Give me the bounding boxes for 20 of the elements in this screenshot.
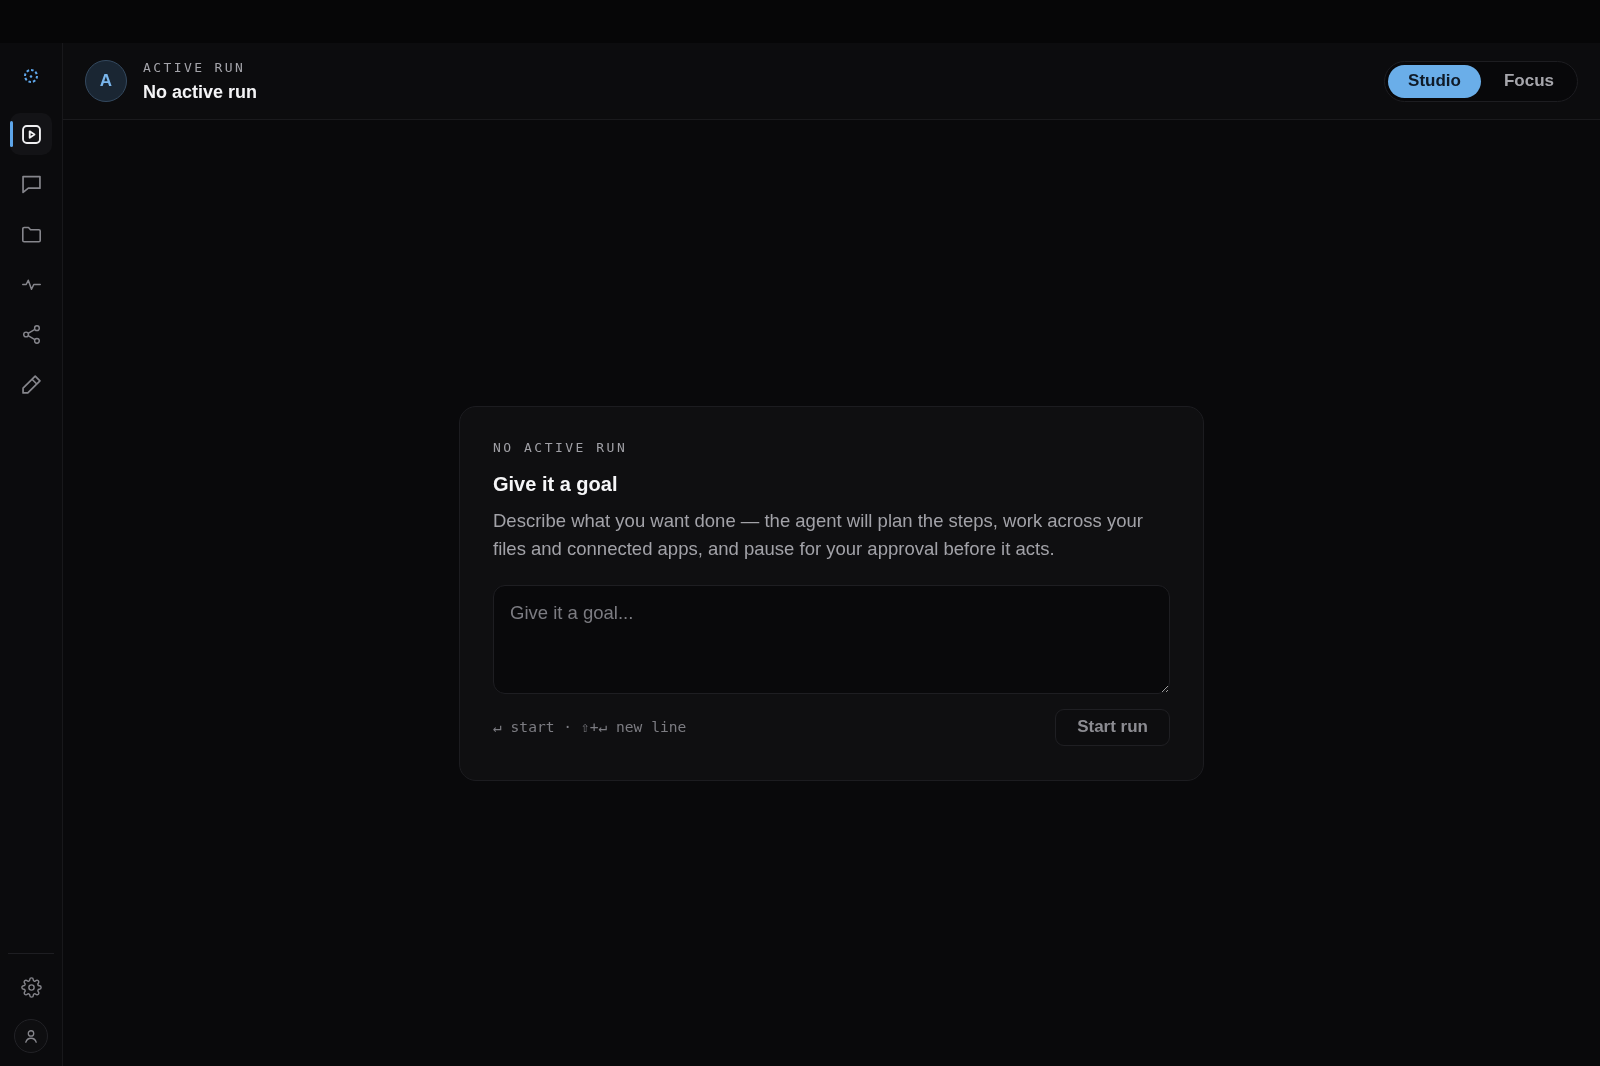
mode-tab[interactable]: Focus [1483,64,1574,98]
settings-icon [20,976,42,998]
play-icon [21,124,41,144]
chat-bubble-icon [21,174,41,194]
avatar: A [85,60,127,102]
folder-icon [21,224,41,244]
profile-button[interactable] [14,1019,48,1053]
card-eyebrow: NO ACTIVE RUN [493,439,628,456]
nav-button[interactable] [10,113,52,155]
card-title: Give it a goal [493,471,618,497]
mode-tab[interactable]: Studio [1388,64,1481,98]
shortcut-hint: ↵ start · ⇧+↵ new line [493,718,687,736]
run-title: No active run [143,80,258,103]
goal-input[interactable]: Give it a goal... [493,584,1170,694]
card-description: Describe what you want done — the agent will plan the steps, work across your files and connected apps, and pause for your approval before it acts. [493,508,1144,561]
pencil-icon [21,374,41,394]
run-status-label: ACTIVE RUN [143,59,246,76]
dashed-ring-icon [23,68,39,84]
person-icon [25,1029,37,1043]
share-icon [21,324,41,344]
